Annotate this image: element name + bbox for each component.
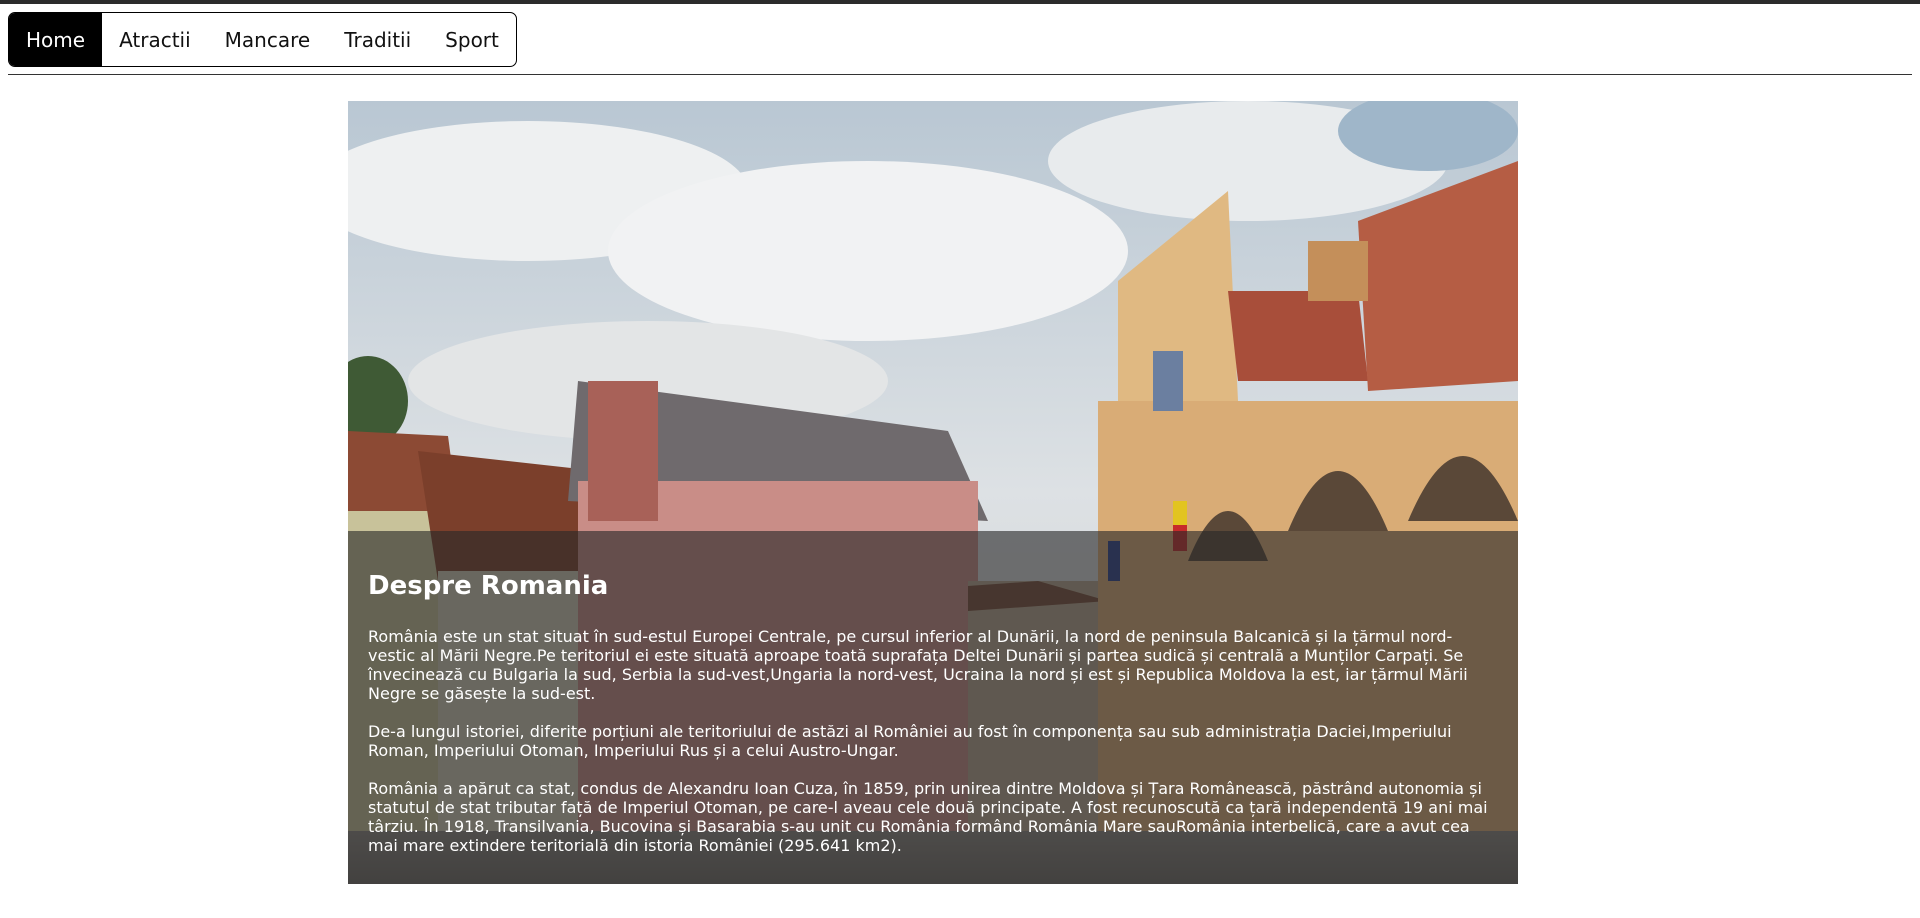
browser-top-strip — [0, 0, 1920, 4]
hero-paragraph-2: De-a lungul istoriei, diferite porțiuni … — [368, 722, 1452, 760]
nav-divider — [8, 74, 1912, 75]
nav-item-mancare[interactable]: Mancare — [208, 13, 328, 66]
nav-item-traditii[interactable]: Traditii — [327, 13, 428, 66]
hero-section: Despre Romania România este un stat situ… — [348, 101, 1518, 884]
nav-item-sport[interactable]: Sport — [428, 13, 516, 66]
nav-item-home[interactable]: Home — [9, 13, 103, 66]
hero-text-overlay: Despre Romania România este un stat situ… — [348, 531, 1518, 884]
main-navbar: Home Atractii Mancare Traditii Sport — [8, 12, 517, 67]
hero-title: Despre Romania — [368, 571, 609, 601]
nav-item-atractii[interactable]: Atractii — [102, 13, 208, 66]
hero-paragraph-1: România este un stat situat în sud-estul… — [368, 627, 1468, 703]
hero-paragraph-3: România a apărut ca stat, condus de Alex… — [368, 779, 1488, 855]
